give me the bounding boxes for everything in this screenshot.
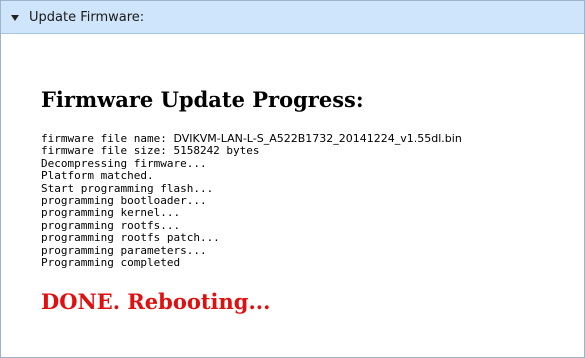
triangle-down-icon[interactable]: [11, 14, 19, 21]
file-name-label: firmware file name:: [41, 132, 174, 145]
log-line: programming kernel...: [41, 206, 181, 220]
progress-content: Firmware Update Progress: firmware file …: [1, 34, 584, 315]
file-name-value: DVIKVM-LAN-L-S_A522B1732_20141224_v1.55d…: [173, 132, 462, 145]
progress-log: firmware file name: DVIKVM-LAN-L-S_A522B…: [41, 132, 584, 269]
log-line: firmware file size: 5158242 bytes: [41, 144, 260, 158]
log-line: Programming completed: [41, 255, 181, 269]
progress-heading: Firmware Update Progress:: [41, 87, 364, 112]
update-firmware-header[interactable]: Update Firmware:: [1, 1, 584, 34]
update-firmware-panel: Update Firmware: Firmware Update Progres…: [0, 0, 585, 358]
log-line: Platform matched.: [41, 169, 154, 183]
log-line: programming rootfs patch...: [41, 231, 220, 245]
reboot-status: DONE. Rebooting...: [41, 289, 271, 315]
panel-title: Update Firmware:: [29, 9, 145, 25]
